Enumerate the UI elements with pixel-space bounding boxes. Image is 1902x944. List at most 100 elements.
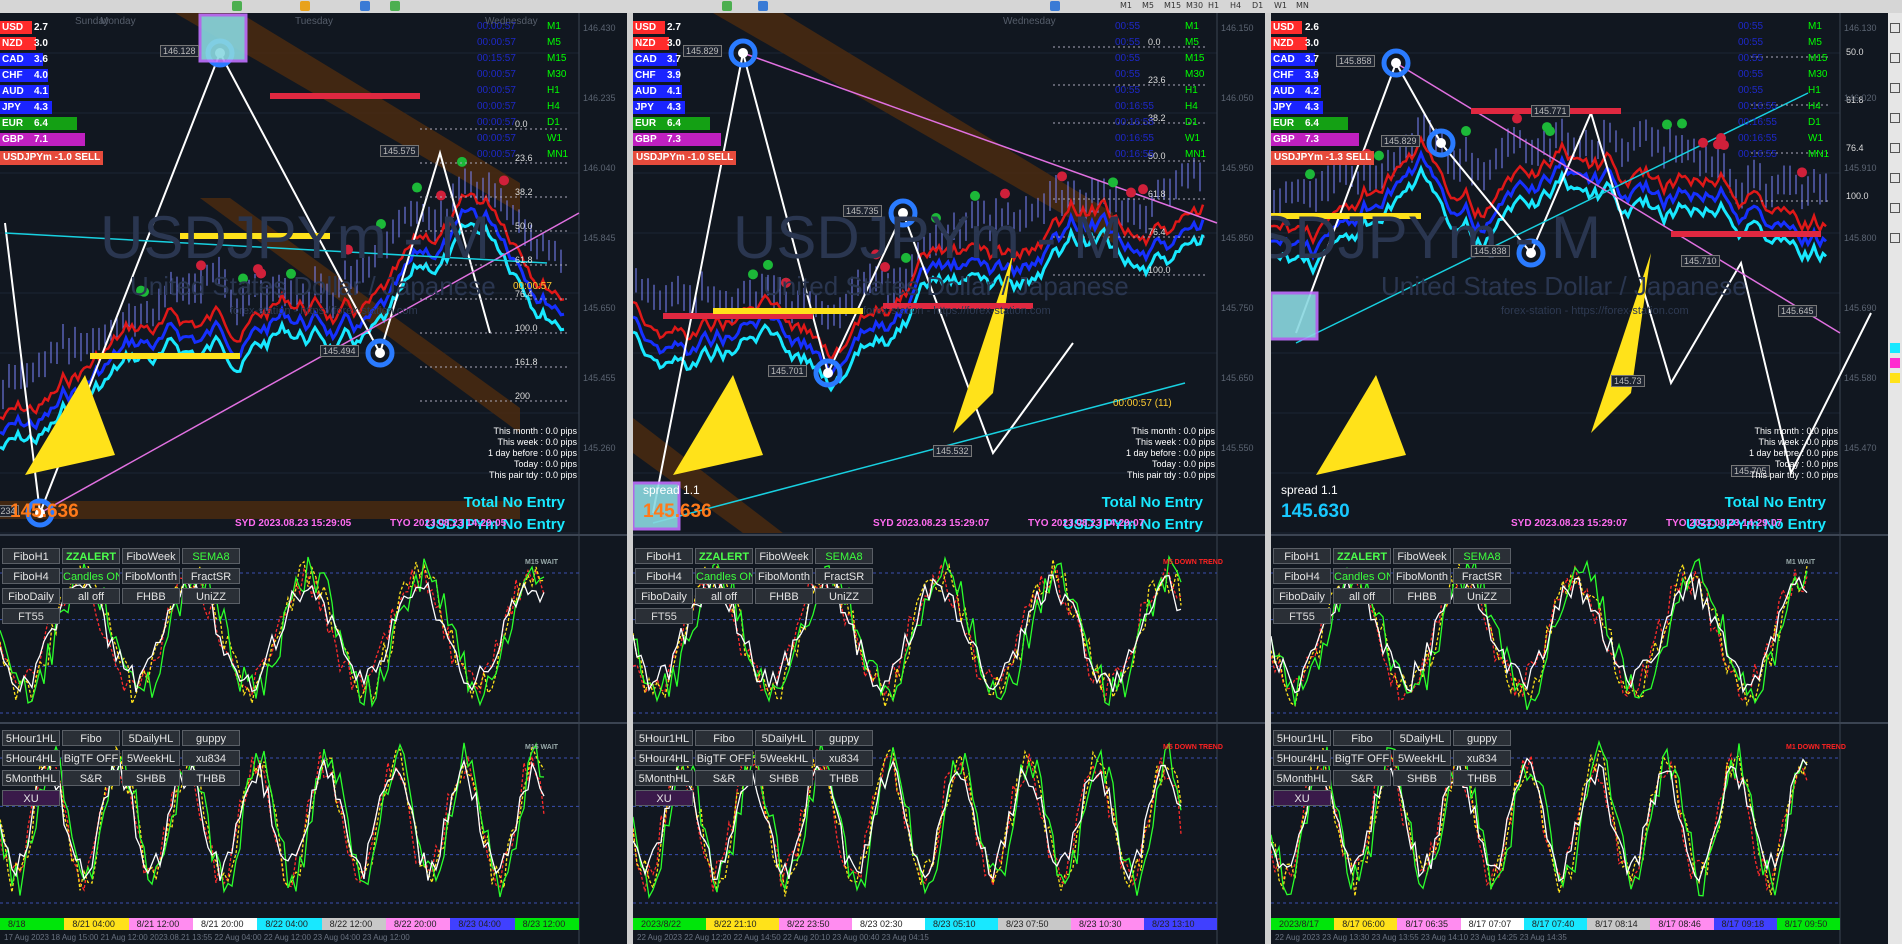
color-swatch-icon[interactable] (1890, 358, 1900, 368)
toggle-button-fractsr[interactable]: FractSR (182, 568, 240, 584)
toggle-button-guppy[interactable]: guppy (182, 730, 240, 746)
toolbar-icon[interactable] (232, 1, 242, 11)
toggle-button-fibo[interactable]: Fibo (62, 730, 120, 746)
toggle-button-5weekhl[interactable]: 5WeekHL (1393, 750, 1451, 766)
toggle-button-fiboh4[interactable]: FiboH4 (2, 568, 60, 584)
toolbar-tf-mn[interactable]: MN (1296, 0, 1309, 12)
cursor-icon[interactable] (1890, 23, 1900, 33)
toggle-button-fhbb[interactable]: FHBB (755, 588, 813, 604)
text-icon[interactable] (1890, 173, 1900, 183)
toggle-button-fibomonth[interactable]: FiboMonth (122, 568, 180, 584)
toggle-button-xu834[interactable]: xu834 (182, 750, 240, 766)
toggle-button-candles-on[interactable]: Candles ON (62, 568, 120, 584)
toggle-button-ft55[interactable]: FT55 (635, 608, 693, 624)
toolbar-tf-m30[interactable]: M30 (1186, 0, 1203, 12)
toggle-button-fibo[interactable]: Fibo (1333, 730, 1391, 746)
toggle-button-bigtf-off[interactable]: BigTF OFF (62, 750, 120, 766)
toggle-button-fiboweek[interactable]: FiboWeek (1393, 548, 1451, 564)
color-swatch-icon[interactable] (1890, 373, 1900, 383)
toggle-button-5hour1hl[interactable]: 5Hour1HL (1273, 730, 1331, 746)
toggle-button-5weekhl[interactable]: 5WeekHL (122, 750, 180, 766)
toolbar-tf-m1[interactable]: M1 (1120, 0, 1132, 12)
toolbar-icon[interactable] (300, 1, 310, 11)
toggle-button-bigtf-off[interactable]: BigTF OFF (1333, 750, 1391, 766)
toggle-button-shbb[interactable]: SHBB (122, 770, 180, 786)
toggle-button-5monthhl[interactable]: 5MonthHL (635, 770, 693, 786)
toggle-button-fhbb[interactable]: FHBB (1393, 588, 1451, 604)
chart-panel-left[interactable]: USDJPYm - M United States Dollar / Japane… (0, 13, 627, 944)
toggle-button-ft55[interactable]: FT55 (2, 608, 60, 624)
toggle-button-thbb[interactable]: THBB (182, 770, 240, 786)
toggle-button-guppy[interactable]: guppy (1453, 730, 1511, 746)
toggle-button-zzalert[interactable]: ZZALERT (695, 548, 753, 564)
toggle-button-xu[interactable]: XU (2, 790, 60, 806)
toggle-button-5hour4hl[interactable]: 5Hour4HL (1273, 750, 1331, 766)
toggle-button-5hour4hl[interactable]: 5Hour4HL (2, 750, 60, 766)
toolbar-tf-m15[interactable]: M15 (1164, 0, 1181, 12)
toggle-button-fiboh1[interactable]: FiboH1 (2, 548, 60, 564)
toggle-button-fiboh4[interactable]: FiboH4 (1273, 568, 1331, 584)
chart-panel-middle[interactable]: USDJPYm - M United States Dollar / Japane… (633, 13, 1265, 944)
toggle-button-xu834[interactable]: xu834 (1453, 750, 1511, 766)
toggle-button-fractsr[interactable]: FractSR (815, 568, 873, 584)
toggle-button-fibomonth[interactable]: FiboMonth (755, 568, 813, 584)
toolbar-icon[interactable] (360, 1, 370, 11)
toggle-button-unizz[interactable]: UniZZ (1453, 588, 1511, 604)
toggle-button-xu[interactable]: XU (635, 790, 693, 806)
toggle-button-s-r[interactable]: S&R (62, 770, 120, 786)
toggle-button-s-r[interactable]: S&R (1333, 770, 1391, 786)
chart-panel-right[interactable]: USDJPYm - MUnited States Dollar / Japane… (1271, 13, 1888, 944)
toggle-button-xu[interactable]: XU (1273, 790, 1331, 806)
shapes-icon[interactable] (1890, 233, 1900, 243)
toggle-button-bigtf-off[interactable]: BigTF OFF (695, 750, 753, 766)
toggle-button-5dailyhl[interactable]: 5DailyHL (122, 730, 180, 746)
toggle-button-fibomonth[interactable]: FiboMonth (1393, 568, 1451, 584)
toggle-button-5weekhl[interactable]: 5WeekHL (755, 750, 813, 766)
toolbar-icon[interactable] (390, 1, 400, 11)
toggle-button-5monthhl[interactable]: 5MonthHL (2, 770, 60, 786)
crosshair-icon[interactable] (1890, 53, 1900, 63)
toggle-button-5hour4hl[interactable]: 5Hour4HL (635, 750, 693, 766)
toggle-button-all-off[interactable]: all off (695, 588, 753, 604)
channel-icon[interactable] (1890, 113, 1900, 123)
toolbar-tf-m5[interactable]: M5 (1142, 0, 1154, 12)
toolbar-icon[interactable] (758, 1, 768, 11)
toggle-button-5monthhl[interactable]: 5MonthHL (1273, 770, 1331, 786)
toolbar-icon[interactable] (1050, 1, 1060, 11)
toggle-button-s-r[interactable]: S&R (695, 770, 753, 786)
toggle-button-fibodaily[interactable]: FiboDaily (1273, 588, 1331, 604)
toggle-button-fiboweek[interactable]: FiboWeek (755, 548, 813, 564)
toggle-button-zzalert[interactable]: ZZALERT (1333, 548, 1391, 564)
toolbar-tf-w1[interactable]: W1 (1274, 0, 1287, 12)
toggle-button-shbb[interactable]: SHBB (1393, 770, 1451, 786)
toggle-button-5dailyhl[interactable]: 5DailyHL (755, 730, 813, 746)
toggle-button-5hour1hl[interactable]: 5Hour1HL (2, 730, 60, 746)
toggle-button-thbb[interactable]: THBB (1453, 770, 1511, 786)
toggle-button-fibo[interactable]: Fibo (695, 730, 753, 746)
toolbar-tf-h4[interactable]: H4 (1230, 0, 1241, 12)
toggle-button-5hour1hl[interactable]: 5Hour1HL (635, 730, 693, 746)
toggle-button-xu834[interactable]: xu834 (815, 750, 873, 766)
toggle-button-candles-on[interactable]: Candles ON (1333, 568, 1391, 584)
line-icon[interactable] (1890, 83, 1900, 93)
toggle-button-ft55[interactable]: FT55 (1273, 608, 1331, 624)
toggle-button-fractsr[interactable]: FractSR (1453, 568, 1511, 584)
arrow-icon[interactable] (1890, 203, 1900, 213)
toggle-button-sema8[interactable]: SEMA8 (182, 548, 240, 564)
toggle-button-all-off[interactable]: all off (1333, 588, 1391, 604)
toggle-button-fibodaily[interactable]: FiboDaily (2, 588, 60, 604)
toggle-button-sema8[interactable]: SEMA8 (815, 548, 873, 564)
toggle-button-fiboweek[interactable]: FiboWeek (122, 548, 180, 564)
toggle-button-fhbb[interactable]: FHBB (122, 588, 180, 604)
toolbar-tf-d1[interactable]: D1 (1252, 0, 1263, 12)
toggle-button-all-off[interactable]: all off (62, 588, 120, 604)
toggle-button-zzalert[interactable]: ZZALERT (62, 548, 120, 564)
toggle-button-candles-on[interactable]: Candles ON (695, 568, 753, 584)
toggle-button-fiboh1[interactable]: FiboH1 (635, 548, 693, 564)
toolbar-tf-h1[interactable]: H1 (1208, 0, 1219, 12)
toggle-button-5dailyhl[interactable]: 5DailyHL (1393, 730, 1451, 746)
toggle-button-fiboh4[interactable]: FiboH4 (635, 568, 693, 584)
toggle-button-guppy[interactable]: guppy (815, 730, 873, 746)
fibo-icon[interactable] (1890, 143, 1900, 153)
color-swatch-icon[interactable] (1890, 343, 1900, 353)
